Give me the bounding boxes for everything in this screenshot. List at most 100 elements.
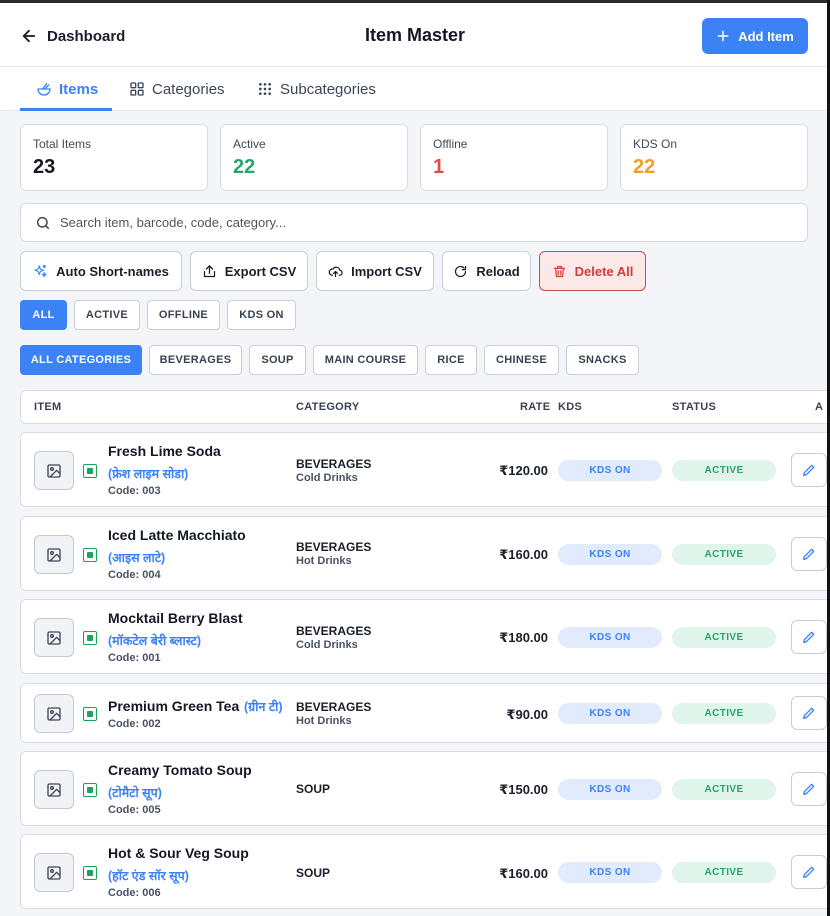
edit-button[interactable] [791,620,827,654]
status-badge: ACTIVE [672,862,776,883]
image-icon [47,463,61,478]
table-row[interactable]: Creamy Tomato Soup (टोमैटो सूप) Code: 00… [20,751,830,826]
filter-all[interactable]: ALL [20,300,67,330]
cloud-upload-icon [328,266,343,277]
dots-grid-icon [259,83,271,95]
import-csv-button[interactable]: Import CSV [316,251,434,291]
item-image-placeholder[interactable] [34,770,74,809]
search-input[interactable] [60,215,780,230]
status-badge: ACTIVE [672,703,776,724]
item-code: Code: 005 [108,804,161,816]
kds-badge: KDS ON [558,460,662,481]
veg-indicator-icon [83,464,97,478]
tab-items[interactable]: Items [36,67,98,111]
category-rice[interactable]: RICE [425,345,477,375]
item-code: Code: 001 [108,652,161,664]
category-soup[interactable]: SOUP [249,345,306,375]
filter-active[interactable]: ACTIVE [74,300,140,330]
trash-icon [553,265,565,277]
category-chinese[interactable]: CHINESE [484,345,559,375]
table-row[interactable]: Mocktail Berry Blast (मॉकटेल बेरी ब्लास्… [20,599,830,674]
edit-button[interactable] [791,453,827,487]
item-image-placeholder[interactable] [34,618,74,657]
table-row[interactable]: Iced Latte Macchiato (आइस लाटे) Code: 00… [20,516,830,591]
table-row[interactable]: Hot & Sour Veg Soup (हॉट एंड सॉर सूप) Co… [20,834,830,909]
item-image-placeholder[interactable] [34,535,74,574]
status-badge: ACTIVE [672,544,776,565]
item-subcategory: Hot Drinks [296,555,352,567]
item-code: Code: 006 [108,887,161,899]
item-category: SOUP [296,866,331,880]
tab-subcategories-label: Subcategories [280,80,376,98]
stat-label: Active [233,137,266,151]
pencil-icon [803,548,815,560]
item-alt-name: (फ्रेश लाइम सोडा) [108,467,189,481]
veg-indicator-icon [83,866,97,880]
auto-short-names-label: Auto Short-names [56,263,169,279]
add-item-label: Add Item [738,28,794,44]
item-code: Code: 004 [108,569,161,581]
item-image-placeholder[interactable] [34,451,74,490]
item-alt-name: (मॉकटेल बेरी ब्लास्ट) [108,634,202,648]
item-code: Code: 002 [108,718,161,730]
item-name: Mocktail Berry Blast [108,610,243,626]
status-badge: ACTIVE [672,627,776,648]
sparkles-icon [34,264,47,277]
stat-label: KDS On [633,137,678,151]
status-badge: ACTIVE [672,460,776,481]
tab-categories[interactable]: Categories [129,67,225,111]
category-main-course[interactable]: MAIN COURSE [313,345,418,375]
export-csv-button[interactable]: Export CSV [190,251,308,291]
edit-button[interactable] [791,696,827,730]
kds-badge: KDS ON [558,544,662,565]
item-rate: ₹160.00 [499,866,548,881]
veg-indicator-icon [83,548,97,562]
filter-kds-on[interactable]: KDS ON [227,300,296,330]
search-icon [36,216,50,229]
stat-card-kds: KDS On 22 [620,124,808,191]
tab-categories-label: Categories [152,80,225,98]
veg-indicator-icon [83,783,97,797]
edit-button[interactable] [791,855,827,889]
image-icon [47,865,61,880]
item-name: Premium Green Tea [108,698,240,714]
delete-all-label: Delete All [574,263,634,279]
table-row[interactable]: Premium Green Tea (ग्रीन टी) Code: 002 B… [20,683,830,743]
edit-button[interactable] [791,537,827,571]
stat-value: 22 [233,156,256,178]
import-csv-label: Import CSV [351,263,422,279]
reload-button[interactable]: Reload [442,251,531,291]
search-box [20,203,808,242]
stat-value: 1 [433,156,445,178]
item-image-placeholder[interactable] [34,694,74,733]
pencil-icon [803,707,815,719]
tab-subcategories[interactable]: Subcategories [257,67,376,111]
category-beverages[interactable]: BEVERAGES [149,345,242,375]
item-alt-name: (हॉट एंड सॉर सूप) [108,869,189,883]
image-icon [47,630,61,645]
item-name: Fresh Lime Soda [108,443,221,459]
item-subcategory: Cold Drinks [296,639,358,651]
tab-bar: Items Categories Subcategories [0,67,830,111]
category-snacks[interactable]: SNACKS [566,345,639,375]
add-item-button[interactable]: Add Item [702,18,808,54]
app-header: Dashboard Item Master Add Item [0,0,830,67]
stat-card-total: Total Items 23 [20,124,208,191]
pencil-icon [803,866,815,878]
category-all[interactable]: ALL CATEGORIES [20,345,142,375]
filter-offline[interactable]: OFFLINE [147,300,220,330]
stat-value: 22 [633,156,656,178]
stat-label: Total Items [33,137,92,151]
auto-short-names-button[interactable]: Auto Short-names [20,251,182,291]
item-category: BEVERAGES [296,700,372,714]
status-badge: ACTIVE [672,779,776,800]
veg-indicator-icon [83,631,97,645]
veg-indicator-icon [83,707,97,721]
column-header-actions: A [815,401,824,413]
delete-all-button[interactable]: Delete All [539,251,646,291]
item-image-placeholder[interactable] [34,853,74,892]
item-subcategory: Cold Drinks [296,472,358,484]
kds-badge: KDS ON [558,779,662,800]
edit-button[interactable] [791,772,827,806]
table-row[interactable]: Fresh Lime Soda (फ्रेश लाइम सोडा) Code: … [20,432,830,507]
